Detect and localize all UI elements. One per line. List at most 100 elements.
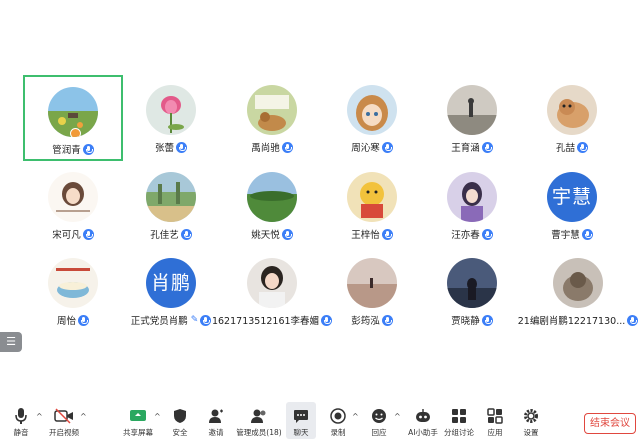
share-screen-button[interactable]: 共享屏幕 (120, 402, 156, 439)
participant-name: 孔佳艺 (150, 230, 179, 241)
participant-name: 王育涵 (451, 143, 480, 154)
participant-tile[interactable]: 肖鹏 正式党员肖鹏 ✎ (121, 248, 221, 334)
shield-icon (174, 409, 186, 423)
mic-icon (481, 228, 493, 240)
avatar (146, 85, 196, 135)
participant-tile[interactable]: 孔喆 (522, 75, 622, 161)
participant-tile[interactable]: 宇慧 曹宇慧 (522, 162, 622, 248)
participant-tile[interactable]: 王育涵 (422, 75, 522, 161)
share-screen-icon (130, 410, 146, 421)
ai-robot-icon (416, 409, 430, 422)
microphone-icon (15, 408, 27, 424)
chat-icon (294, 409, 308, 423)
avatar-text: 宇慧 (547, 172, 597, 222)
participant-name: 彭筠泓 (351, 316, 380, 327)
breakout-icon (452, 409, 466, 423)
mute-options-caret[interactable]: ^ (36, 412, 43, 421)
participant-name: 21编剧肖鹏12217130... (517, 316, 626, 327)
mic-icon (577, 141, 588, 153)
mic-icon (281, 141, 293, 153)
settings-button[interactable]: 设置 (518, 402, 544, 439)
ai-assistant-button[interactable]: AI小助手 (406, 402, 440, 439)
avatar (447, 172, 497, 222)
end-meeting-button[interactable]: 结束会议 (584, 413, 636, 434)
react-button[interactable]: 回应 (366, 402, 392, 439)
mic-icon (180, 228, 192, 240)
avatar (48, 172, 98, 222)
start-video-button[interactable]: 开启视频 (46, 402, 82, 439)
share-options-caret[interactable]: ^ (154, 412, 161, 421)
mute-button[interactable]: 静音 (6, 402, 36, 439)
participant-tile[interactable]: 管润青 (23, 75, 123, 161)
video-options-caret[interactable]: ^ (80, 412, 87, 421)
breakout-rooms-button[interactable]: 分组讨论 (442, 402, 476, 439)
video-off-icon (54, 408, 73, 424)
participant-name: 周怡 (56, 316, 76, 327)
participant-tile[interactable]: 彭筠泓 (322, 248, 422, 334)
participant-tile[interactable]: 姚天悦 (222, 162, 322, 248)
gear-icon (524, 409, 538, 423)
avatar (48, 87, 98, 137)
participant-name: 宋可凡 (52, 230, 81, 241)
meeting-toolbar: 静音 ^ 开启视频 ^ 共享屏幕 ^ 安全 邀请 管理成员(18) 聊天 录制 … (0, 402, 639, 439)
participant-name: 禹尚驰 (251, 143, 280, 154)
participant-name: 姚天悦 (251, 230, 280, 241)
avatar (347, 172, 397, 222)
participant-tile[interactable]: 张蕾 (121, 75, 221, 161)
participant-name: 王梓怡 (351, 230, 380, 241)
mic-icon (481, 141, 493, 153)
participant-tile[interactable]: 禹尚驰 (222, 75, 322, 161)
avatar (447, 258, 497, 308)
participant-name: 周沁寒 (351, 143, 380, 154)
mic-icon (82, 143, 94, 155)
mic-icon (381, 314, 393, 326)
record-button[interactable]: 录制 (326, 402, 350, 439)
participant-name: 曹宇慧 (551, 230, 580, 241)
apps-button[interactable]: 应用 (482, 402, 508, 439)
members-icon (251, 409, 266, 423)
avatar (146, 172, 196, 222)
participant-name: 张蕾 (154, 143, 174, 154)
record-options-caret[interactable]: ^ (352, 412, 359, 421)
avatar (553, 258, 603, 308)
avatar (447, 85, 497, 135)
pencil-icon[interactable]: ✎ (191, 315, 199, 325)
chat-button[interactable]: 聊天 (286, 402, 316, 439)
mic-icon (78, 314, 89, 326)
record-icon (330, 408, 346, 424)
apps-grid-icon (487, 408, 503, 424)
mic-icon (481, 314, 493, 326)
participant-tile[interactable]: 贾晓静 (422, 248, 522, 334)
avatar-text: 肖鹏 (146, 258, 196, 308)
participant-name: 孔喆 (555, 143, 575, 154)
avatar (547, 85, 597, 135)
participant-name: 贾晓静 (451, 316, 480, 327)
list-view-icon[interactable]: ☰ (0, 332, 22, 352)
mic-icon (281, 228, 293, 240)
mic-icon (82, 228, 94, 240)
participant-tile[interactable]: 孔佳艺 (121, 162, 221, 248)
participant-tile[interactable]: 21编剧肖鹏12217130... (518, 248, 639, 334)
invite-user-icon (209, 409, 223, 423)
participant-tile[interactable]: 汪亦春 (422, 162, 522, 248)
emoji-icon (372, 409, 386, 423)
invite-button[interactable]: 邀请 (202, 402, 230, 439)
react-options-caret[interactable]: ^ (394, 412, 401, 421)
avatar (48, 258, 98, 308)
mic-icon (200, 314, 212, 326)
participant-tile[interactable]: 周怡 (23, 248, 123, 334)
manage-members-button[interactable]: 管理成员(18) (236, 402, 282, 439)
participant-name: 正式党员肖鹏 (130, 316, 188, 327)
avatar (347, 85, 397, 135)
participant-tile[interactable]: 宋可凡 (23, 162, 123, 248)
participant-tile[interactable]: 1621713512161李春媚 (212, 248, 333, 334)
avatar (247, 172, 297, 222)
participant-name: 汪亦春 (451, 230, 480, 241)
mic-icon (627, 314, 639, 326)
avatar (347, 258, 397, 308)
mic-icon (381, 228, 393, 240)
participant-name: 管润青 (52, 145, 81, 156)
participant-tile[interactable]: 周沁寒 (322, 75, 422, 161)
participant-tile[interactable]: 王梓怡 (322, 162, 422, 248)
security-button[interactable]: 安全 (166, 402, 194, 439)
